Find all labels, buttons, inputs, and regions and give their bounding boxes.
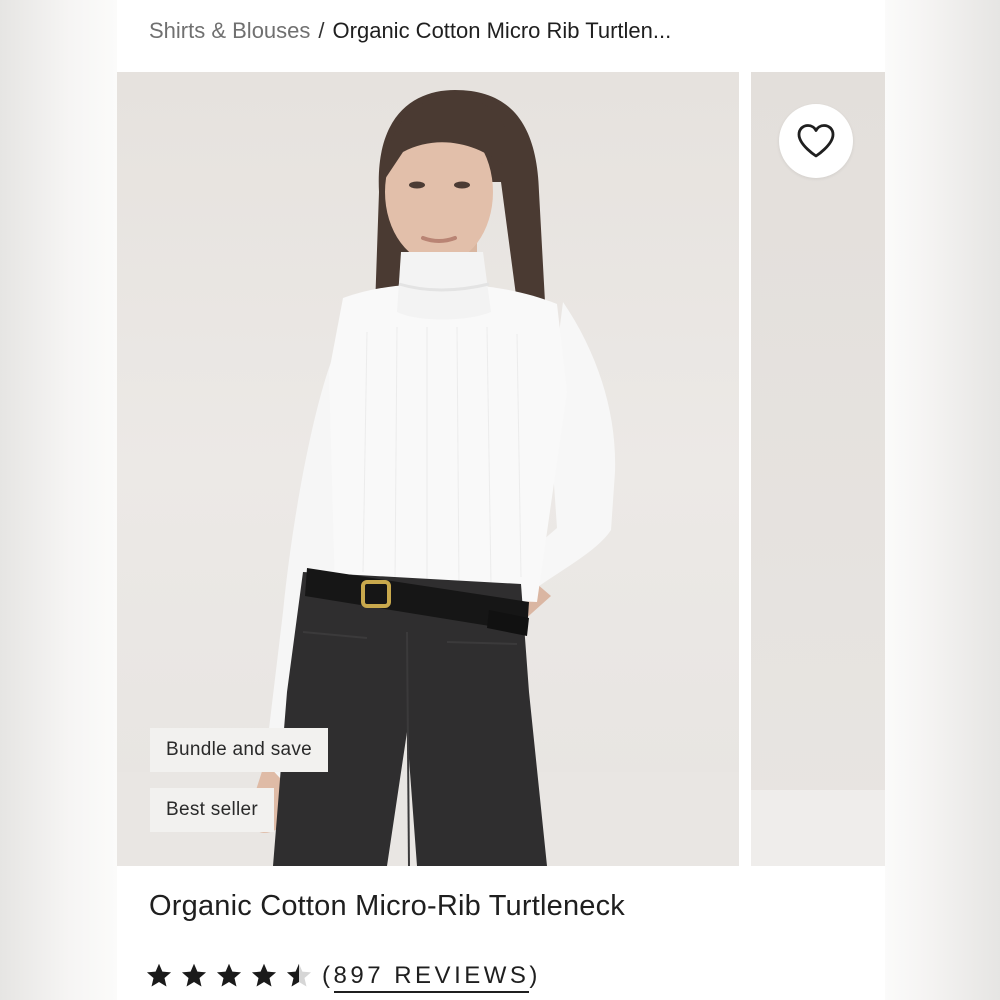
backdrop-left <box>0 0 117 1000</box>
favorite-button[interactable] <box>779 104 853 178</box>
star-full-icon <box>216 963 242 987</box>
heart-outline-icon <box>797 124 835 158</box>
badge-bundle-and-save: Bundle and save <box>150 728 329 772</box>
reviews-close-paren: ) <box>529 962 541 989</box>
reviews-open-paren: ( <box>322 962 334 989</box>
reviews-link[interactable]: 897 REVIEWS <box>333 962 530 993</box>
product-page: Shirts & Blouses / Organic Cotton Micro … <box>117 0 885 1000</box>
product-rating: (897 REVIEWS) <box>145 958 541 994</box>
product-title: Organic Cotton Micro-Rib Turtleneck <box>149 890 625 922</box>
breadcrumb-link-shirts-blouses[interactable]: Shirts & Blouses <box>149 18 310 44</box>
product-gallery[interactable]: Bundle and save Best seller <box>117 72 885 866</box>
star-full-icon <box>251 963 277 987</box>
star-full-icon <box>146 963 172 987</box>
rating-stars <box>145 962 320 990</box>
badge-best-seller: Best seller <box>150 788 275 832</box>
product-image-main[interactable]: Bundle and save Best seller <box>117 72 739 866</box>
reviews-count: 897 <box>333 962 385 989</box>
reviews-word: REVIEWS <box>394 962 530 989</box>
star-half-icon <box>286 963 312 987</box>
breadcrumb-current: Organic Cotton Micro Rib Turtlen... <box>332 18 672 43</box>
backdrop-right <box>885 0 1000 1000</box>
product-image-secondary[interactable] <box>751 72 885 866</box>
star-full-icon <box>181 963 207 987</box>
reviews-summary[interactable]: (897 REVIEWS) <box>322 962 541 993</box>
secondary-floor <box>751 790 885 866</box>
breadcrumb-separator: / <box>318 18 325 43</box>
breadcrumb: Shirts & Blouses / Organic Cotton Micro … <box>149 14 671 48</box>
